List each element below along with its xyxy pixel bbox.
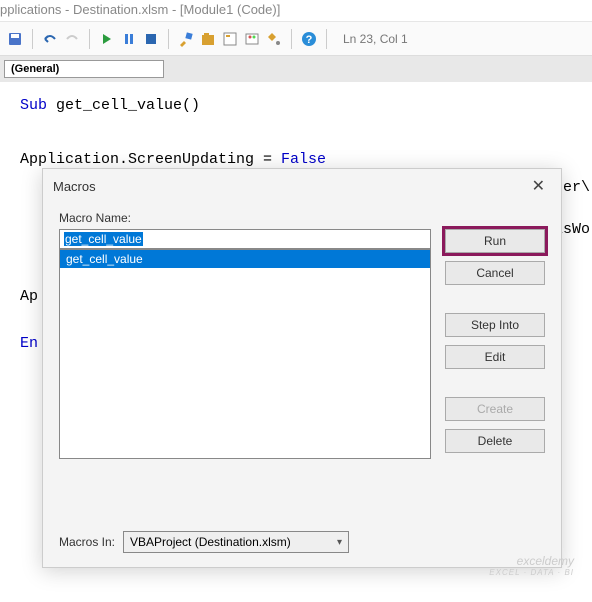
close-icon[interactable]: ✕ (526, 174, 551, 198)
undo-icon[interactable] (41, 30, 59, 48)
separator (168, 29, 169, 49)
macros-in-dropdown[interactable]: VBAProject (Destination.xlsm) ▾ (123, 531, 349, 553)
stop-icon[interactable] (142, 30, 160, 48)
macros-in-value: VBAProject (Destination.xlsm) (130, 535, 291, 549)
browser-icon[interactable] (243, 30, 261, 48)
list-item[interactable]: get_cell_value (60, 250, 430, 268)
design-icon[interactable] (177, 30, 195, 48)
help-icon[interactable]: ? (300, 30, 318, 48)
dialog-titlebar: Macros ✕ (43, 169, 561, 203)
edit-button[interactable]: Edit (445, 345, 545, 369)
macros-dialog: Macros ✕ Macro Name: get_cell_value get_… (42, 168, 562, 568)
separator (89, 29, 90, 49)
macro-list[interactable]: get_cell_value (59, 249, 431, 459)
toolbox-icon[interactable] (265, 30, 283, 48)
run-button[interactable]: Run (445, 229, 545, 253)
macro-name-input[interactable]: get_cell_value (59, 229, 431, 249)
keyword: False (281, 151, 326, 168)
pause-icon[interactable] (120, 30, 138, 48)
keyword: Sub (20, 97, 47, 114)
toolbar: ? Ln 23, Col 1 (0, 22, 592, 56)
dropdown-bar: (General) (0, 56, 592, 82)
macros-in-label: Macros In: (59, 535, 115, 549)
save-icon[interactable] (6, 30, 24, 48)
code-text: Ap (20, 288, 38, 305)
svg-text:?: ? (306, 34, 313, 46)
code-text: get_cell_value() (47, 97, 200, 114)
separator (326, 29, 327, 49)
create-button: Create (445, 397, 545, 421)
chevron-down-icon: ▾ (337, 537, 342, 548)
redo-icon[interactable] (63, 30, 81, 48)
window-title: pplications - Destination.xlsm - [Module… (0, 0, 592, 22)
macro-name-label: Macro Name: (59, 211, 431, 225)
code-text: En (20, 335, 38, 352)
code-text: Application.ScreenUpdating = (20, 151, 281, 168)
watermark-line2: EXCEL · DATA · BI (489, 568, 574, 578)
separator (291, 29, 292, 49)
watermark: exceldemy EXCEL · DATA · BI (489, 554, 574, 578)
dialog-title: Macros (53, 179, 96, 194)
macro-name-value: get_cell_value (64, 232, 143, 246)
separator (32, 29, 33, 49)
delete-button[interactable]: Delete (445, 429, 545, 453)
watermark-line1: exceldemy (489, 554, 574, 568)
cancel-button[interactable]: Cancel (445, 261, 545, 285)
properties-icon[interactable] (221, 30, 239, 48)
run-icon[interactable] (98, 30, 116, 48)
cursor-position: Ln 23, Col 1 (343, 32, 408, 46)
step-into-button[interactable]: Step Into (445, 313, 545, 337)
project-icon[interactable] (199, 30, 217, 48)
procedure-dropdown[interactable]: (General) (4, 60, 164, 78)
